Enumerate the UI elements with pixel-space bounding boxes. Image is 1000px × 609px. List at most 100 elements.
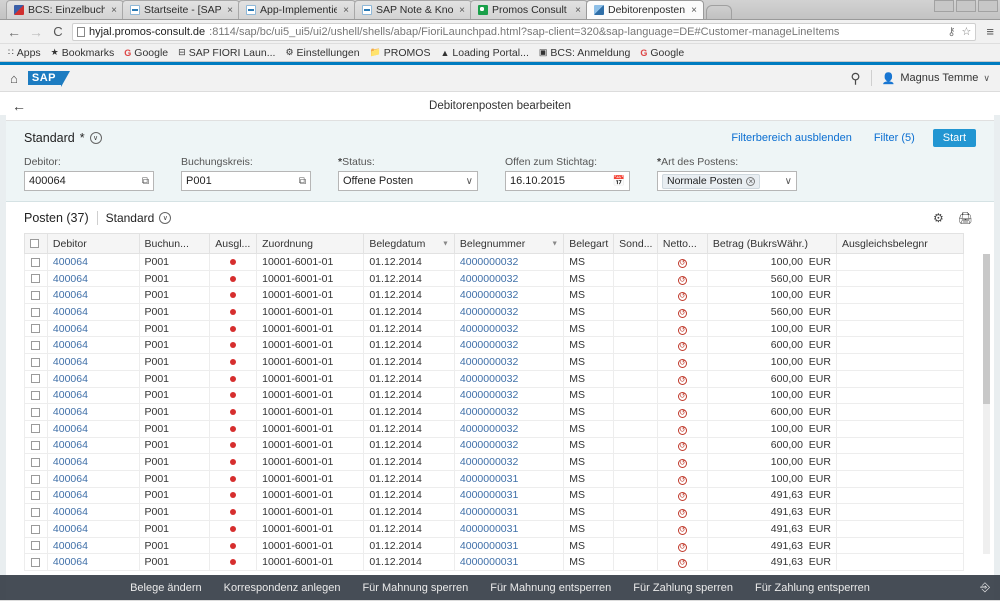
filter-field-input[interactable]: Offene Posten∨ [338, 171, 478, 191]
footer-action-button[interactable]: Für Mahnung entsperren [490, 582, 611, 594]
table-row[interactable]: 400064P00110001-6001-0101.12.20144000000… [25, 420, 964, 437]
row-checkbox[interactable] [31, 391, 40, 400]
debitor-link[interactable]: 400064 [53, 373, 88, 385]
cell-debitor[interactable]: 400064 [47, 437, 139, 454]
minimize-button[interactable] [934, 0, 954, 12]
row-checkbox[interactable] [31, 525, 40, 534]
cell-debitor[interactable]: 400064 [47, 420, 139, 437]
belegnummer-link[interactable]: 4000000032 [460, 439, 518, 451]
cell-debitor[interactable]: 400064 [47, 537, 139, 554]
cell-belegnummer[interactable]: 4000000031 [454, 537, 563, 554]
cell-belegnummer[interactable]: 4000000032 [454, 370, 563, 387]
close-icon[interactable]: × [343, 5, 349, 16]
close-icon[interactable]: × [227, 5, 233, 16]
bookmark-item[interactable]: 📁PROMOS [370, 47, 431, 59]
belegnummer-link[interactable]: 4000000032 [460, 456, 518, 468]
column-header-netto[interactable]: Netto... [657, 234, 707, 254]
belegnummer-link[interactable]: 4000000031 [460, 473, 518, 485]
column-header-sonder[interactable]: Sond... [614, 234, 658, 254]
column-header-ausgleich[interactable]: Ausgl... [210, 234, 257, 254]
table-row[interactable]: 400064P00110001-6001-0101.12.20144000000… [25, 537, 964, 554]
cell-belegnummer[interactable]: 4000000031 [454, 504, 563, 521]
footer-action-button[interactable]: Korrespondenz anlegen [224, 582, 341, 594]
cell-debitor[interactable]: 400064 [47, 554, 139, 571]
filter-variant-selector[interactable]: Standard * ∨ [24, 131, 102, 145]
debitor-link[interactable]: 400064 [53, 489, 88, 501]
column-header-ausgleichsbelegnr[interactable]: Ausgleichsbelegnr [836, 234, 963, 254]
row-checkbox[interactable] [31, 291, 40, 300]
cell-belegnummer[interactable]: 4000000032 [454, 437, 563, 454]
forward-icon[interactable]: → [28, 24, 44, 40]
cell-debitor[interactable]: 400064 [47, 470, 139, 487]
cell-belegnummer[interactable]: 4000000032 [454, 304, 563, 321]
cell-belegnummer[interactable]: 4000000032 [454, 387, 563, 404]
debitor-link[interactable]: 400064 [53, 289, 88, 301]
close-icon[interactable]: × [746, 177, 755, 186]
row-select-cell[interactable] [25, 454, 48, 471]
footer-action-button[interactable]: Für Zahlung entsperren [755, 582, 870, 594]
select-all-checkbox[interactable] [30, 239, 39, 248]
cell-debitor[interactable]: 400064 [47, 370, 139, 387]
cell-debitor[interactable]: 400064 [47, 387, 139, 404]
close-icon[interactable]: × [575, 5, 581, 16]
debitor-link[interactable]: 400064 [53, 306, 88, 318]
new-tab-button[interactable] [706, 5, 732, 19]
cell-debitor[interactable]: 400064 [47, 254, 139, 271]
cell-debitor[interactable]: 400064 [47, 304, 139, 321]
row-checkbox[interactable] [31, 508, 40, 517]
belegnummer-link[interactable]: 4000000031 [460, 556, 518, 568]
debitor-link[interactable]: 400064 [53, 273, 88, 285]
belegnummer-link[interactable]: 4000000032 [460, 406, 518, 418]
bookmark-item[interactable]: ★Bookmarks [51, 47, 115, 59]
table-row[interactable]: 400064P00110001-6001-0101.12.20144000000… [25, 470, 964, 487]
debitor-link[interactable]: 400064 [53, 423, 88, 435]
cell-debitor[interactable]: 400064 [47, 454, 139, 471]
bookmark-item[interactable]: ∷Apps [8, 47, 41, 59]
cell-belegnummer[interactable]: 4000000032 [454, 354, 563, 371]
row-select-cell[interactable] [25, 354, 48, 371]
table-row[interactable]: 400064P00110001-6001-0101.12.20144000000… [25, 437, 964, 454]
row-checkbox[interactable] [31, 308, 40, 317]
browser-tab[interactable]: App-Implementierun× [238, 0, 356, 19]
debitor-link[interactable]: 400064 [53, 439, 88, 451]
row-checkbox[interactable] [31, 424, 40, 433]
cell-belegnummer[interactable]: 4000000032 [454, 270, 563, 287]
table-row[interactable]: 400064P00110001-6001-0101.12.20144000000… [25, 404, 964, 421]
belegnummer-link[interactable]: 4000000031 [460, 523, 518, 535]
row-select-cell[interactable] [25, 487, 48, 504]
cell-debitor[interactable]: 400064 [47, 320, 139, 337]
belegnummer-link[interactable]: 4000000031 [460, 489, 518, 501]
debitor-link[interactable]: 400064 [53, 506, 88, 518]
footer-action-button[interactable]: Belege ändern [130, 582, 202, 594]
bookmark-star-icon[interactable]: ☆ [962, 25, 972, 38]
belegnummer-link[interactable]: 4000000032 [460, 373, 518, 385]
value-help-icon[interactable]: ⧉ [299, 176, 306, 187]
filter-field-input[interactable]: P001⧉ [181, 171, 311, 191]
belegnummer-link[interactable]: 4000000032 [460, 256, 518, 268]
browser-tab[interactable]: Debitorenposten be…× [586, 0, 704, 19]
table-row[interactable]: 400064P00110001-6001-0101.12.20144000000… [25, 554, 964, 571]
row-select-cell[interactable] [25, 521, 48, 538]
select-all-header[interactable] [25, 234, 48, 254]
column-header-belegart[interactable]: Belegart [564, 234, 614, 254]
page-info-icon[interactable] [77, 27, 85, 37]
address-bar[interactable]: hyjal.promos-consult.de:8114/sap/bc/ui5_… [72, 23, 976, 41]
belegnummer-link[interactable]: 4000000031 [460, 506, 518, 518]
table-row[interactable]: 400064P00110001-6001-0101.12.20144000000… [25, 337, 964, 354]
row-select-cell[interactable] [25, 320, 48, 337]
reload-icon[interactable]: C [50, 24, 66, 39]
debitor-link[interactable]: 400064 [53, 323, 88, 335]
cell-belegnummer[interactable]: 4000000031 [454, 470, 563, 487]
bookmark-item[interactable]: ▣BCS: Anmeldung [539, 47, 630, 59]
table-row[interactable]: 400064P00110001-6001-0101.12.20144000000… [25, 521, 964, 538]
row-select-cell[interactable] [25, 287, 48, 304]
row-checkbox[interactable] [31, 274, 40, 283]
table-row[interactable]: 400064P00110001-6001-0101.12.20144000000… [25, 454, 964, 471]
cell-debitor[interactable]: 400064 [47, 487, 139, 504]
browser-tab[interactable]: Promos Consult Proj× [470, 0, 588, 19]
column-header-buchungskreis[interactable]: Buchun... [139, 234, 210, 254]
chevron-down-icon[interactable]: ∨ [159, 212, 171, 224]
row-checkbox[interactable] [31, 558, 40, 567]
row-select-cell[interactable] [25, 537, 48, 554]
table-variant-selector[interactable]: Standard ∨ [106, 211, 172, 225]
